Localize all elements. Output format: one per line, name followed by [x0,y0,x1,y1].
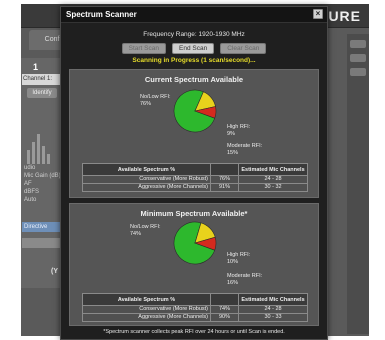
audio-label: Auto [24,197,37,203]
label-title: High RFI: [227,124,251,130]
table-cell: 76% [210,175,239,184]
moderate-rfi-label: Moderate RFI: 16% [227,273,262,286]
table-row: Conservative (More Robust) 76% 24 - 28 [82,175,308,184]
table-cell: 24 - 28 [238,175,308,184]
table-cell: Aggressive (More Channels) [82,313,211,322]
background-control[interactable] [350,54,366,62]
label-title: Moderate RFI: [227,273,263,279]
column-header: Estimated Mic Channels [238,163,308,176]
audio-labels: udio Mic Gain (dB) AF dBFS Auto [24,164,61,204]
spectrum-table: Available Spectrum % Estimated Mic Chann… [82,293,308,322]
table-cell: 30 - 32 [238,183,308,192]
table-cell: Conservative (More Robust) [82,305,211,314]
table-row: Conservative (More Robust) 74% 24 - 28 [82,305,308,314]
label-value: 9% [227,130,235,137]
scan-status: Scanning in Progress (1 scan/second)... [132,57,256,64]
high-rfi-label: High RFI: 9% [227,124,250,137]
table-cell: 91% [210,183,239,192]
table-header-row: Available Spectrum % Estimated Mic Chann… [82,163,308,176]
close-button[interactable]: × [313,9,323,19]
label-title: High RFI: [227,252,251,258]
label-title: Moderate RFI: [227,143,263,149]
no-low-rfi-label: No/Low RFI: 76% [140,94,171,107]
background-right-column [347,34,369,334]
table-cell: 30 - 33 [238,313,308,322]
scan-button-row: Start Scan End Scan Clear Scan [61,43,327,54]
column-header: Available Spectrum % [82,293,211,306]
channel-number: 1 [33,62,39,72]
table-header-row: Available Spectrum % Estimated Mic Chann… [82,293,308,306]
background-control[interactable] [350,68,366,76]
audio-label: Mic Gain (dB) [24,173,61,179]
frequency-range: Frequency Range: 1920-1930 MHz [143,31,245,38]
section-title: Minimum Spectrum Available* [140,209,248,218]
background-text: (Y [51,268,58,275]
pie-chart-svg [173,221,217,265]
identify-button[interactable]: Identify [27,88,57,98]
footnote: *Spectrum scanner collects peak RFI over… [103,329,285,335]
spectrum-scanner-dialog: Spectrum Scanner × Frequency Range: 1920… [60,6,328,340]
label-value: 76% [140,100,152,107]
brand-logo: URE [328,8,361,24]
table-row: Aggressive (More Channels) 91% 30 - 32 [82,183,308,192]
minimum-pie-chart [172,220,218,266]
label-value: 10% [227,258,239,265]
current-pie-chart [172,88,218,134]
directive-button[interactable]: Directive [22,222,60,232]
secondary-button[interactable] [22,238,60,248]
column-header: Estimated Mic Channels [238,293,308,306]
start-scan-button[interactable]: Start Scan [121,43,166,54]
label-value: 16% [227,279,239,286]
moderate-rfi-label: Moderate RFI: 15% [227,143,262,156]
audio-label: AF [24,181,32,187]
label-title: No/Low RFI: [130,224,161,230]
table-cell: 24 - 28 [238,305,308,314]
dialog-titlebar[interactable]: Spectrum Scanner × [61,7,327,23]
audio-label: dBFS [24,189,40,195]
column-header [210,163,239,176]
section-title: Current Spectrum Available [144,75,244,84]
minimum-spectrum-section: Minimum Spectrum Available* No/Low RFI: … [69,203,319,326]
current-spectrum-section: Current Spectrum Available No/Low RFI: 7… [69,69,319,198]
column-header: Available Spectrum % [82,163,211,176]
table-row: Aggressive (More Channels) 90% 30 - 33 [82,313,308,322]
end-scan-button[interactable]: End Scan [172,43,215,54]
label-title: No/Low RFI: [140,94,171,100]
no-low-rfi-label: No/Low RFI: 74% [130,224,161,237]
label-value: 74% [130,230,142,237]
column-header [210,293,239,306]
table-cell: 90% [210,313,239,322]
spectrum-table: Available Spectrum % Estimated Mic Chann… [82,163,308,192]
dialog-title: Spectrum Scanner [66,10,137,19]
table-cell: 74% [210,305,239,314]
audio-label: udio [24,165,36,171]
table-cell: Conservative (More Robust) [82,175,211,184]
label-value: 15% [227,149,239,156]
audio-meter [27,124,55,164]
config-tab[interactable]: Confi [29,30,63,50]
pie-chart-svg [173,89,217,133]
high-rfi-label: High RFI: 10% [227,252,250,265]
channel-name-label[interactable]: Channel 1: [22,74,60,85]
clear-scan-button[interactable]: Clear Scan [220,43,267,54]
background-control[interactable] [350,40,366,48]
table-cell: Aggressive (More Channels) [82,183,211,192]
